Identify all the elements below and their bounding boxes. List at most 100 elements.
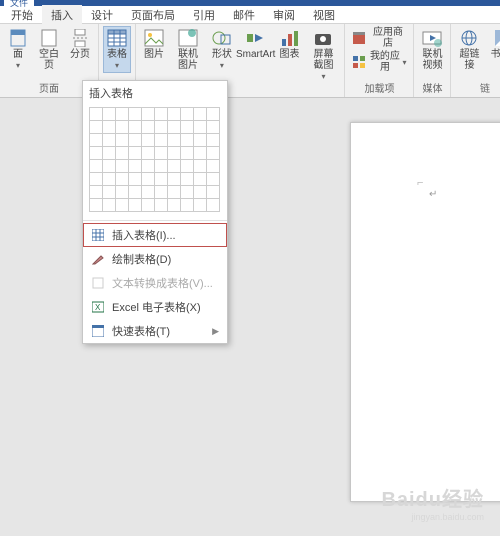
grid-cell[interactable]	[142, 160, 155, 173]
grid-cell[interactable]	[103, 108, 116, 121]
grid-cell[interactable]	[194, 173, 207, 186]
grid-cell[interactable]	[129, 199, 142, 212]
grid-cell[interactable]	[155, 199, 168, 212]
shapes-button[interactable]: 形状	[208, 26, 236, 73]
grid-cell[interactable]	[194, 186, 207, 199]
page-break-button[interactable]: 分页	[66, 26, 94, 62]
grid-cell[interactable]	[129, 134, 142, 147]
grid-cell[interactable]	[116, 160, 129, 173]
grid-cell[interactable]	[168, 173, 181, 186]
tab-layout[interactable]: 页面布局	[122, 5, 184, 25]
grid-cell[interactable]	[155, 134, 168, 147]
menu-excel-spreadsheet[interactable]: X Excel 电子表格(X)	[83, 295, 227, 319]
grid-cell[interactable]	[168, 199, 181, 212]
grid-cell[interactable]	[168, 134, 181, 147]
grid-cell[interactable]	[90, 173, 103, 186]
grid-cell[interactable]	[90, 147, 103, 160]
grid-cell[interactable]	[194, 134, 207, 147]
screenshot-button[interactable]: 屏幕截图	[307, 26, 341, 84]
grid-cell[interactable]	[142, 134, 155, 147]
tab-references[interactable]: 引用	[184, 5, 224, 25]
grid-cell[interactable]	[194, 121, 207, 134]
table-button[interactable]: 表格	[103, 26, 131, 73]
grid-cell[interactable]	[194, 108, 207, 121]
grid-cell[interactable]	[181, 121, 194, 134]
grid-cell[interactable]	[155, 173, 168, 186]
grid-cell[interactable]	[116, 173, 129, 186]
grid-cell[interactable]	[116, 199, 129, 212]
table-grid-picker[interactable]	[83, 105, 227, 218]
grid-cell[interactable]	[103, 173, 116, 186]
grid-cell[interactable]	[90, 134, 103, 147]
grid-cell[interactable]	[103, 199, 116, 212]
tab-insert[interactable]: 插入	[42, 5, 82, 25]
grid-cell[interactable]	[103, 121, 116, 134]
grid-cell[interactable]	[181, 108, 194, 121]
grid-cell[interactable]	[103, 147, 116, 160]
bookmark-button[interactable]: 书签	[486, 26, 500, 62]
chart-button[interactable]: 图表	[276, 26, 304, 62]
grid-cell[interactable]	[155, 147, 168, 160]
tab-review[interactable]: 审阅	[264, 5, 304, 25]
grid-cell[interactable]	[155, 160, 168, 173]
grid-cell[interactable]	[181, 199, 194, 212]
grid-cell[interactable]	[155, 186, 168, 199]
grid-cell[interactable]	[116, 121, 129, 134]
grid-cell[interactable]	[142, 186, 155, 199]
online-video-button[interactable]: 联机视频	[418, 26, 446, 73]
grid-cell[interactable]	[129, 108, 142, 121]
grid-cell[interactable]	[207, 173, 220, 186]
grid-cell[interactable]	[181, 134, 194, 147]
tab-view[interactable]: 视图	[304, 5, 344, 25]
menu-insert-table[interactable]: 插入表格(I)...	[83, 223, 227, 247]
grid-cell[interactable]	[142, 121, 155, 134]
grid-cell[interactable]	[181, 173, 194, 186]
grid-cell[interactable]	[103, 186, 116, 199]
grid-cell[interactable]	[103, 160, 116, 173]
grid-cell[interactable]	[207, 108, 220, 121]
tab-home[interactable]: 开始	[2, 5, 42, 25]
grid-cell[interactable]	[142, 173, 155, 186]
grid-cell[interactable]	[129, 173, 142, 186]
document-page[interactable]: ⌐ ↵	[350, 122, 500, 502]
grid-cell[interactable]	[194, 160, 207, 173]
grid-cell[interactable]	[116, 134, 129, 147]
grid-cell[interactable]	[116, 147, 129, 160]
grid-cell[interactable]	[194, 147, 207, 160]
grid-cell[interactable]	[142, 147, 155, 160]
online-pictures-button[interactable]: 联机图片	[171, 26, 205, 73]
myapps-button[interactable]: 我的应用 ▾	[349, 50, 409, 74]
cover-page-button[interactable]: 面	[4, 26, 32, 73]
grid-cell[interactable]	[207, 160, 220, 173]
grid-cell[interactable]	[142, 199, 155, 212]
grid-cell[interactable]	[129, 121, 142, 134]
grid-cell[interactable]	[194, 199, 207, 212]
grid-cell[interactable]	[129, 186, 142, 199]
grid-cell[interactable]	[155, 121, 168, 134]
tab-design[interactable]: 设计	[82, 5, 122, 25]
grid-cell[interactable]	[116, 186, 129, 199]
grid-cell[interactable]	[90, 186, 103, 199]
grid-cell[interactable]	[142, 108, 155, 121]
store-button[interactable]: 应用商店	[349, 26, 409, 50]
grid-cell[interactable]	[116, 108, 129, 121]
grid-cell[interactable]	[207, 121, 220, 134]
grid-cell[interactable]	[168, 160, 181, 173]
menu-quick-tables[interactable]: 快速表格(T) ▶	[83, 319, 227, 343]
grid-cell[interactable]	[90, 199, 103, 212]
grid-cell[interactable]	[155, 108, 168, 121]
blank-page-button[interactable]: 空白页	[35, 26, 63, 73]
hyperlink-button[interactable]: 超链接	[455, 26, 483, 73]
grid-cell[interactable]	[168, 121, 181, 134]
tab-mailings[interactable]: 邮件	[224, 5, 264, 25]
grid-cell[interactable]	[103, 134, 116, 147]
grid-cell[interactable]	[168, 147, 181, 160]
grid-cell[interactable]	[181, 147, 194, 160]
grid-cell[interactable]	[207, 186, 220, 199]
grid-cell[interactable]	[129, 147, 142, 160]
grid-cell[interactable]	[181, 186, 194, 199]
grid-cell[interactable]	[181, 160, 194, 173]
menu-draw-table[interactable]: 绘制表格(D)	[83, 247, 227, 271]
grid-cell[interactable]	[207, 134, 220, 147]
grid-cell[interactable]	[168, 186, 181, 199]
